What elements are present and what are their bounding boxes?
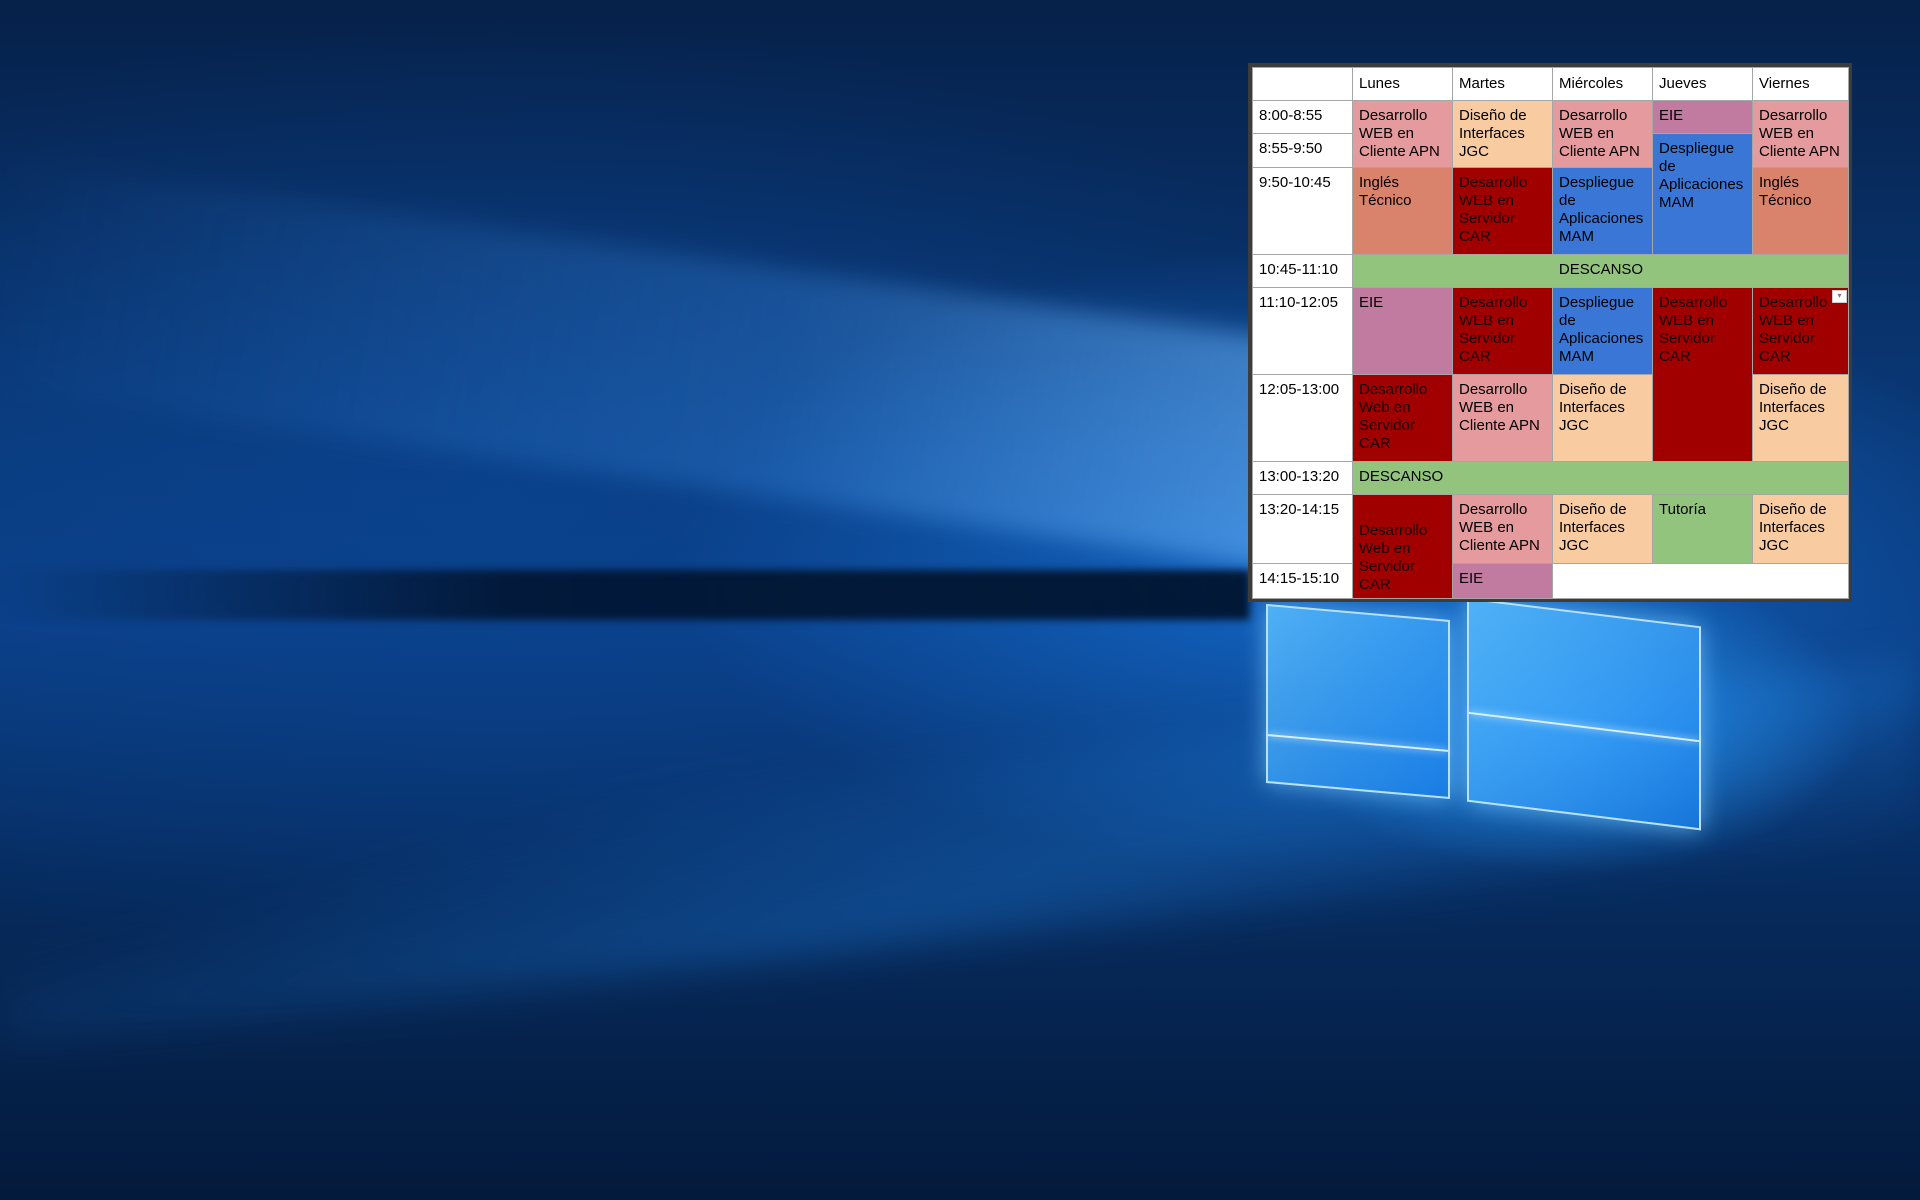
cell-eie[interactable]: EIE (1652, 100, 1753, 134)
table-row: 10:45-11:10 DESCANSO (1252, 254, 1849, 288)
cell-ingles[interactable]: Inglés Técnico (1752, 167, 1849, 255)
table-row: 14:15-15:10 EIE (1252, 563, 1849, 599)
schedule-spreadsheet-window[interactable]: Lunes Martes Miércoles Jueves Viernes 8:… (1248, 63, 1852, 602)
cell-dws-car[interactable]: Desarrollo WEB en Servidor CAR (1652, 287, 1753, 462)
cell-daw-mam[interactable]: Despliegue de Aplicaciones MAM (1652, 133, 1753, 255)
time-cell[interactable]: 14:15-15:10 (1252, 563, 1353, 599)
cell-dwc-apn[interactable]: Desarrollo WEB en Cliente APN (1452, 494, 1553, 564)
windows-logo-wallpaper (1262, 597, 1710, 831)
time-cell[interactable]: 12:05-13:00 (1252, 374, 1353, 462)
cell-dws-car[interactable]: Desarrollo Web en Servidor CAR (1352, 374, 1453, 462)
day-header[interactable]: Viernes (1752, 67, 1849, 101)
cell-dwc-apn[interactable]: Desarrollo WEB en Cliente APN (1552, 100, 1653, 168)
cell-daw-mam[interactable]: Despliegue de Aplicaciones MAM (1552, 167, 1653, 255)
table-row: 9:50-10:45 Inglés Técnico Desarrollo WEB e… (1252, 167, 1849, 255)
cell-dwc-apn[interactable]: Desarrollo WEB en Cliente APN (1452, 374, 1553, 462)
cell-di-jgc[interactable]: Diseño de Interfaces JGC (1752, 374, 1849, 462)
time-cell[interactable]: 10:45-11:10 (1252, 254, 1353, 288)
header-row: Lunes Martes Miércoles Jueves Viernes (1252, 67, 1849, 101)
cell-eie[interactable]: EIE (1352, 287, 1453, 375)
cell-di-jgc[interactable]: Diseño de Interfaces JGC (1452, 100, 1553, 168)
time-cell[interactable]: 8:55-9:50 (1252, 133, 1353, 168)
day-header[interactable]: Martes (1452, 67, 1553, 101)
time-cell[interactable]: 9:50-10:45 (1252, 167, 1353, 255)
cell-tutoria[interactable]: Tutoría (1652, 494, 1753, 564)
cell-dwc-apn[interactable]: Desarrollo WEB en Cliente APN (1352, 100, 1453, 168)
time-cell[interactable]: 11:10-12:05 (1252, 287, 1353, 375)
cell-descanso[interactable]: DESCANSO (1352, 254, 1849, 288)
cell-daw-mam[interactable]: Despliegue de Aplicaciones MAM (1552, 287, 1653, 375)
time-cell[interactable]: 8:00-8:55 (1252, 100, 1353, 134)
table-row: 12:05-13:00 Desarrollo Web en Servidor CAR … (1252, 374, 1849, 462)
cell-dws-car[interactable]: Desarrollo Web en Servidor CAR (1352, 494, 1453, 599)
corner-cell[interactable] (1252, 67, 1353, 101)
chevron-down-icon[interactable]: ▾ (1832, 290, 1847, 303)
cell-ingles[interactable]: Inglés Técnico (1352, 167, 1453, 255)
cell-eie[interactable]: EIE (1452, 563, 1553, 599)
light-beam (0, 158, 1300, 572)
timetable[interactable]: Lunes Martes Miércoles Jueves Viernes 8:… (1252, 67, 1849, 599)
cell-descanso[interactable]: DESCANSO (1352, 461, 1849, 495)
cell-dws-car-selected[interactable]: Desarrollo WEB en Servidor CAR ▾ (1752, 287, 1849, 375)
logo-pane-right (1467, 597, 1701, 831)
day-header[interactable]: Lunes (1352, 67, 1453, 101)
cell-dws-car[interactable]: Desarrollo WEB en Servidor CAR (1452, 167, 1553, 255)
time-cell[interactable]: 13:20-14:15 (1252, 494, 1353, 564)
time-cell[interactable]: 13:00-13:20 (1252, 461, 1353, 495)
cell-di-jgc[interactable]: Diseño de Interfaces JGC (1552, 374, 1653, 462)
cell-di-jgc[interactable]: Diseño de Interfaces JGC (1552, 494, 1653, 564)
logo-pane-left (1266, 603, 1450, 800)
day-header[interactable]: Jueves (1652, 67, 1753, 101)
table-row: 11:10-12:05 EIE Desarrollo WEB en Servidor… (1252, 287, 1849, 462)
light-beam (0, 570, 1250, 620)
cell-dws-car[interactable]: Desarrollo WEB en Servidor CAR (1452, 287, 1553, 375)
day-header[interactable]: Miércoles (1552, 67, 1653, 101)
table-row: 8:00-8:55 Desarrollo WEB en Cliente APN Di… (1252, 100, 1849, 168)
table-row: 13:00-13:20 DESCANSO (1252, 461, 1849, 495)
cell-di-jgc[interactable]: Diseño de Interfaces JGC (1752, 494, 1849, 564)
table-row: 13:20-14:15 Desarrollo Web en Servidor CAR … (1252, 494, 1849, 599)
cell-dwc-apn[interactable]: Desarrollo WEB en Cliente APN (1752, 100, 1849, 168)
empty-cell[interactable] (1552, 563, 1849, 599)
